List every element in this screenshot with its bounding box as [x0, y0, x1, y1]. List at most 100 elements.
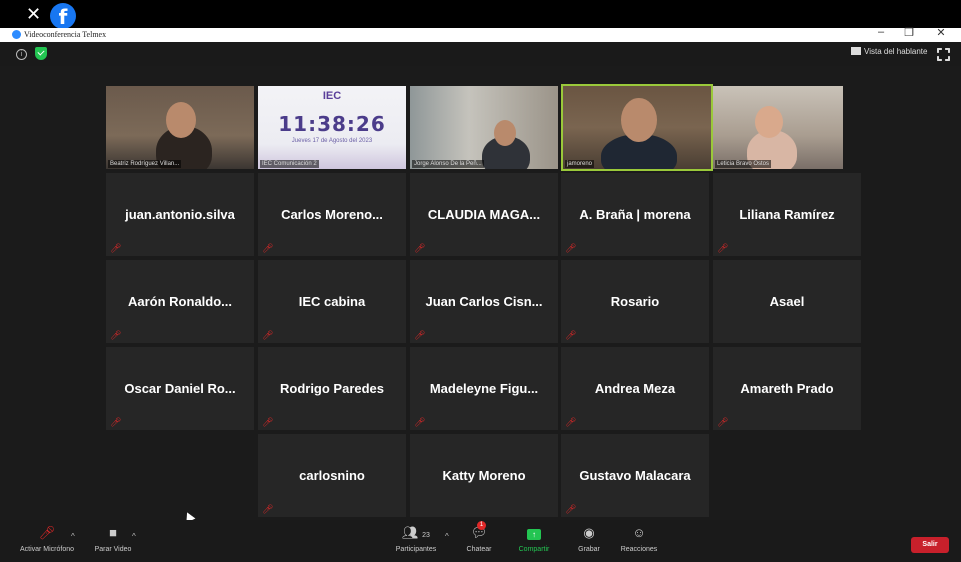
- muted-mic-icon: 🎤︎: [565, 243, 577, 253]
- muted-mic-icon: 🎤︎: [110, 330, 122, 340]
- participant-face: [166, 102, 196, 138]
- video-options-chevron-icon[interactable]: ^: [132, 532, 136, 541]
- video-tile-label: IEC Comunicación 2: [260, 160, 319, 168]
- video-tile-iec[interactable]: IEC 11:38:26 Jueves 17 de Agosto del 202…: [258, 86, 406, 169]
- close-window-button[interactable]: ✕: [932, 26, 950, 39]
- participant-tile[interactable]: A. Braña | morena 🎤︎: [561, 173, 709, 256]
- muted-mic-icon: 🎤︎: [414, 330, 426, 340]
- muted-mic-icon: 🎤︎: [262, 504, 274, 514]
- record-button[interactable]: ◉ Grabar: [574, 524, 604, 553]
- minimize-button[interactable]: –: [872, 26, 890, 38]
- participant-tile[interactable]: juan.antonio.silva 🎤︎: [106, 173, 254, 256]
- video-tile-label: Beatriz Rodríguez Villan...: [108, 160, 182, 168]
- muted-mic-icon: 🎤︎: [565, 504, 577, 514]
- participant-tile[interactable]: Madeleyne Figu... 🎤︎: [410, 347, 558, 430]
- iec-clock: 11:38:26: [278, 112, 386, 136]
- participant-name: Rosario: [610, 294, 660, 309]
- participant-name: CLAUDIA MAGA...: [427, 207, 541, 222]
- participant-name: juan.antonio.silva: [125, 207, 235, 222]
- chat-icon: 💬︎ 1: [470, 521, 488, 540]
- mic-options-chevron-icon[interactable]: ^: [71, 532, 75, 541]
- participants-button[interactable]: 👥︎ 23 Participantes: [394, 524, 438, 553]
- participant-tile[interactable]: Katty Moreno: [410, 434, 558, 517]
- participant-tile[interactable]: Asael: [713, 260, 861, 343]
- participant-tile[interactable]: Liliana Ramírez 🎤︎: [713, 173, 861, 256]
- participant-name: Liliana Ramírez: [739, 207, 835, 222]
- participant-tile[interactable]: Aarón Ronaldo... 🎤︎: [106, 260, 254, 343]
- chat-label: Chatear: [466, 546, 492, 553]
- encryption-shield-icon[interactable]: [35, 47, 47, 60]
- participant-name: Gustavo Malacara: [579, 468, 691, 483]
- participant-gallery: Beatriz Rodríguez Villan... IEC 11:38:26…: [0, 66, 961, 520]
- video-tile-label: Leticia Bravo Ostos: [715, 160, 772, 168]
- unmute-label: Activar Micrófono: [19, 546, 75, 553]
- muted-mic-icon: 🎤︎: [565, 417, 577, 427]
- facebook-icon[interactable]: f: [50, 3, 76, 29]
- meeting-info-icon[interactable]: i: [16, 49, 27, 60]
- participant-name: Andrea Meza: [594, 381, 676, 396]
- fullscreen-icon[interactable]: [937, 48, 950, 61]
- share-screen-icon: ↑: [514, 524, 554, 542]
- muted-mic-icon: 🎤︎: [110, 243, 122, 253]
- restore-button[interactable]: ❐: [900, 26, 918, 39]
- participant-face: [494, 120, 516, 146]
- video-camera-icon: ■: [109, 525, 117, 540]
- speaker-view-button[interactable]: Vista del hablante: [851, 47, 927, 56]
- participant-name: Carlos Moreno...: [281, 207, 383, 222]
- video-tile-leticia[interactable]: Leticia Bravo Ostos: [713, 86, 843, 169]
- participant-tile[interactable]: Gustavo Malacara 🎤︎: [561, 434, 709, 517]
- participant-name: Oscar Daniel Ro...: [124, 381, 236, 396]
- participant-tile[interactable]: carlosnino 🎤︎: [258, 434, 406, 517]
- meeting-top-bar: i Vista del hablante: [0, 42, 961, 66]
- muted-mic-icon: 🎤︎: [414, 243, 426, 253]
- stop-video-label: Parar Video: [94, 546, 132, 553]
- window-title: Videoconferencia Telmex: [24, 30, 107, 39]
- participant-name: IEC cabina: [298, 294, 366, 309]
- participant-name: Katty Moreno: [442, 468, 526, 483]
- iec-date: Jueves 17 de Agosto del 2023: [291, 138, 373, 144]
- chat-button[interactable]: 💬︎ 1 Chatear: [463, 521, 495, 553]
- share-screen-label: Compartir: [518, 546, 550, 553]
- meeting-toolbar: 🎤︎ Activar Micrófono ^ ■ Parar Video ^ 👥…: [0, 520, 961, 562]
- participant-tile[interactable]: Amareth Prado 🎤︎: [713, 347, 861, 430]
- video-tile-jamoreno[interactable]: jamoreno: [561, 84, 713, 171]
- participant-tile[interactable]: Rosario 🎤︎: [561, 260, 709, 343]
- muted-mic-icon: 🎤︎: [110, 417, 122, 427]
- stop-video-button[interactable]: ■ Parar Video: [90, 524, 136, 553]
- participants-count: 23: [422, 532, 430, 539]
- muted-mic-icon: 🎤︎: [717, 417, 729, 427]
- video-tile-label: jamoreno: [565, 160, 595, 168]
- share-screen-button[interactable]: ↑ Compartir: [514, 524, 554, 553]
- app-logo-icon: [12, 30, 21, 39]
- participant-tile[interactable]: Juan Carlos Cisn... 🎤︎: [410, 260, 558, 343]
- speaker-view-label: Vista del hablante: [864, 47, 928, 56]
- video-tile-jorge[interactable]: Jorge Alonso De la Peñ...: [410, 86, 558, 169]
- muted-mic-icon: 🎤︎: [262, 330, 274, 340]
- leave-button[interactable]: Salir: [911, 537, 949, 553]
- video-tile-label: Jorge Alonso De la Peñ...: [412, 160, 484, 168]
- iec-logo: IEC: [322, 90, 342, 102]
- reactions-button[interactable]: ☺ Reacciones: [618, 524, 660, 553]
- reactions-icon: ☺: [632, 525, 646, 540]
- close-overlay-icon[interactable]: ✕: [26, 4, 41, 24]
- participant-name: Amareth Prado: [740, 381, 834, 396]
- muted-mic-icon: 🎤︎: [717, 243, 729, 253]
- muted-mic-icon: 🎤︎: [414, 417, 426, 427]
- overlay-bar: ✕ f: [0, 0, 961, 29]
- participants-options-chevron-icon[interactable]: ^: [445, 532, 449, 541]
- participant-name: Rodrigo Paredes: [279, 381, 385, 396]
- participant-tile[interactable]: IEC cabina 🎤︎: [258, 260, 406, 343]
- participant-face: [755, 106, 783, 138]
- participant-name: Asael: [769, 294, 805, 309]
- participant-tile[interactable]: CLAUDIA MAGA... 🎤︎: [410, 173, 558, 256]
- muted-mic-icon: 🎤︎: [565, 330, 577, 340]
- video-tile-beatriz[interactable]: Beatriz Rodríguez Villan...: [106, 86, 254, 169]
- participant-tile[interactable]: Andrea Meza 🎤︎: [561, 347, 709, 430]
- participant-tile[interactable]: Carlos Moreno... 🎤︎: [258, 173, 406, 256]
- record-label: Grabar: [578, 546, 600, 553]
- participant-tile[interactable]: Rodrigo Paredes 🎤︎: [258, 347, 406, 430]
- participant-tile[interactable]: Oscar Daniel Ro... 🎤︎: [106, 347, 254, 430]
- participant-name: A. Braña | morena: [579, 207, 691, 222]
- chat-badge: 1: [477, 521, 486, 530]
- participant-name: Juan Carlos Cisn...: [425, 294, 543, 309]
